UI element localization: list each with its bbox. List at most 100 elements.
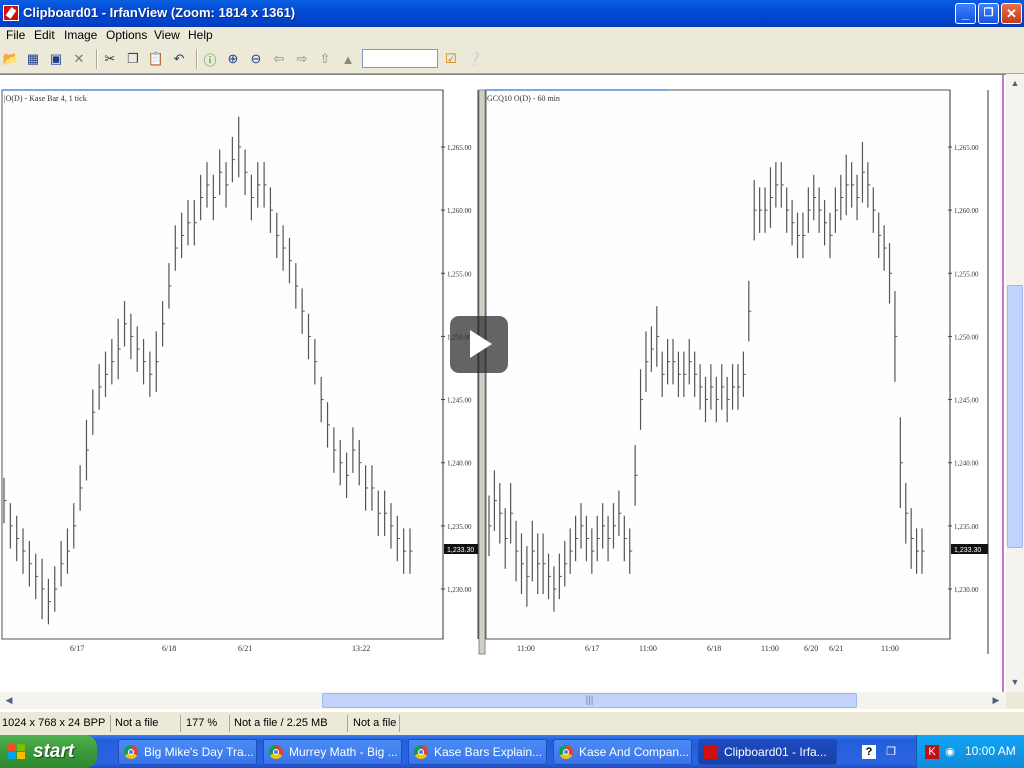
y-axis-label: 1,255.00	[954, 270, 979, 278]
video-play-button[interactable]	[450, 316, 508, 373]
y-axis-label: 1,250.00	[954, 333, 979, 341]
left-x-tick: 6/17	[70, 644, 84, 653]
zoom-out-icon[interactable]: ⊖	[247, 50, 265, 68]
start-button[interactable]: start	[0, 735, 97, 768]
right-x-tick: 11:00	[639, 644, 657, 653]
restore-icon[interactable]: ❐	[884, 745, 898, 759]
close-button[interactable]: ✕	[1001, 3, 1022, 24]
left-chart-title: |O(D) - Kase Bar 4, 1 tick	[4, 94, 87, 103]
scroll-up-icon[interactable]: ▲	[1007, 75, 1023, 91]
previous-icon[interactable]: ⇦	[270, 50, 288, 68]
taskbar-item-label: Big Mike's Day Tra...	[144, 745, 254, 759]
copy-icon[interactable]: ❐	[124, 50, 142, 68]
first-icon[interactable]: ⇧	[316, 50, 334, 68]
image-viewport[interactable]: |O(D) - Kase Bar 4, 1 tick GCQ10 O(D) - …	[0, 74, 1006, 693]
irfanview-icon	[704, 745, 718, 759]
taskbar: start Big Mike's Day Tra... Murrey Math …	[0, 735, 1024, 768]
menu-help[interactable]: Help	[188, 28, 213, 42]
right-x-tick: 6/17	[585, 644, 599, 653]
menu-bar: File Edit Image Options View Help	[0, 27, 1024, 45]
left-panel-header-strip	[2, 89, 159, 91]
open-icon[interactable]: 📂	[2, 50, 20, 68]
taskbar-item-label: Kase And Compan...	[579, 745, 690, 759]
windows-logo-icon	[8, 744, 25, 759]
taskbar-item-label: Clipboard01 - Irfa...	[724, 745, 827, 759]
menu-view[interactable]: View	[154, 28, 180, 42]
y-axis-label: 1,245.00	[447, 397, 472, 405]
zoom-in-icon[interactable]: ⊕	[224, 50, 242, 68]
scroll-left-icon[interactable]: ◀	[1, 692, 17, 709]
paste-icon[interactable]: 📋	[147, 50, 165, 68]
taskbar-item-bigmike[interactable]: Big Mike's Day Tra...	[118, 739, 257, 765]
menu-file[interactable]: File	[6, 28, 25, 42]
status-file: Not a file	[115, 717, 159, 729]
right-x-tick: 6/18	[707, 644, 721, 653]
cut-icon[interactable]: ✂	[101, 50, 119, 68]
y-axis-label: 1,240.00	[954, 460, 979, 468]
chart-screenshot: |O(D) - Kase Bar 4, 1 tick GCQ10 O(D) - …	[0, 75, 1006, 693]
clock: 10:00 AM	[965, 744, 1016, 758]
delete-icon[interactable]: ✕	[70, 50, 88, 68]
taskbar-item-kase-company[interactable]: Kase And Compan...	[553, 739, 692, 765]
title-bar[interactable]: Clipboard01 - IrfanView (Zoom: 1814 x 13…	[0, 0, 1024, 27]
right-last-price: 1,233.30	[954, 547, 981, 554]
slideshow-icon[interactable]: ▦	[24, 50, 42, 68]
volume-icon[interactable]: ◉	[943, 745, 957, 759]
chrome-icon	[414, 745, 428, 759]
irfanview-icon	[3, 5, 19, 21]
maximize-button[interactable]: ❐	[978, 3, 999, 24]
left-x-tick: 13:22	[352, 644, 370, 653]
chrome-icon	[559, 745, 573, 759]
y-axis-label: 1,230.00	[447, 586, 472, 594]
last-icon[interactable]: ▲	[339, 50, 357, 68]
left-x-tick: 6/21	[238, 644, 252, 653]
minimize-button[interactable]: _	[955, 3, 976, 24]
y-axis-label: 1,240.00	[447, 460, 472, 468]
menu-options[interactable]: Options	[106, 28, 147, 42]
info-icon[interactable]: ⓘ	[201, 50, 219, 68]
start-label: start	[33, 741, 75, 762]
right-x-tick: 6/20	[804, 644, 818, 653]
scrollbar-corner	[1006, 692, 1024, 709]
scroll-down-icon[interactable]: ▼	[1007, 674, 1023, 690]
y-axis-label: 1,230.00	[954, 586, 979, 594]
menu-edit[interactable]: Edit	[34, 28, 55, 42]
zoom-input[interactable]	[362, 49, 438, 68]
y-axis-label: 1,235.00	[447, 523, 472, 531]
taskbar-item-kase-bars[interactable]: Kase Bars Explain...	[408, 739, 547, 765]
taskbar-item-irfanview[interactable]: Clipboard01 - Irfa...	[698, 739, 837, 765]
chrome-icon	[124, 745, 138, 759]
help-icon[interactable]: ❔	[466, 50, 484, 68]
status-bar: 1024 x 768 x 24 BPP Not a file 177 % Not…	[0, 711, 1024, 735]
taskbar-item-label: Murrey Math - Big ...	[289, 745, 398, 759]
taskbar-item-murrey[interactable]: Murrey Math - Big ...	[263, 739, 402, 765]
vertical-scroll-thumb[interactable]	[1007, 285, 1023, 548]
y-axis-label: 1,265.00	[447, 144, 472, 152]
vertical-scrollbar[interactable]: ▲ ▼	[1006, 74, 1024, 692]
y-axis-label: 1,260.00	[447, 207, 472, 215]
status-dimensions: 1024 x 768 x 24 BPP	[2, 717, 106, 729]
menu-image[interactable]: Image	[64, 28, 97, 42]
y-axis-label: 1,265.00	[954, 144, 979, 152]
right-chart-title: GCQ10 O(D) - 60 min	[487, 94, 560, 103]
right-x-tick: 11:00	[517, 644, 535, 653]
right-x-tick: 6/21	[829, 644, 843, 653]
status-zoom: 177 %	[186, 717, 218, 729]
horizontal-scrollbar[interactable]: ◀ ||| ▶	[0, 692, 1006, 709]
horizontal-scroll-thumb[interactable]: |||	[322, 693, 857, 708]
right-plot-area	[485, 89, 951, 640]
right-panel-header-strip	[486, 89, 667, 91]
help-icon[interactable]: ?	[862, 745, 876, 759]
left-x-tick: 6/18	[162, 644, 176, 653]
save-icon[interactable]: ▣	[47, 50, 65, 68]
y-axis-label: 1,255.00	[447, 270, 472, 278]
left-last-price: 1,233.30	[447, 547, 474, 554]
undo-icon[interactable]: ↶	[170, 50, 188, 68]
left-plot-area	[1, 89, 444, 640]
y-axis-label: 1,260.00	[954, 207, 979, 215]
checklist-icon[interactable]: ☑	[442, 50, 460, 68]
status-filesize: Not a file / 2.25 MB	[234, 717, 328, 729]
next-icon[interactable]: ⇨	[293, 50, 311, 68]
scroll-right-icon[interactable]: ▶	[988, 692, 1004, 709]
irfanview-tray-icon[interactable]: K	[925, 745, 939, 759]
